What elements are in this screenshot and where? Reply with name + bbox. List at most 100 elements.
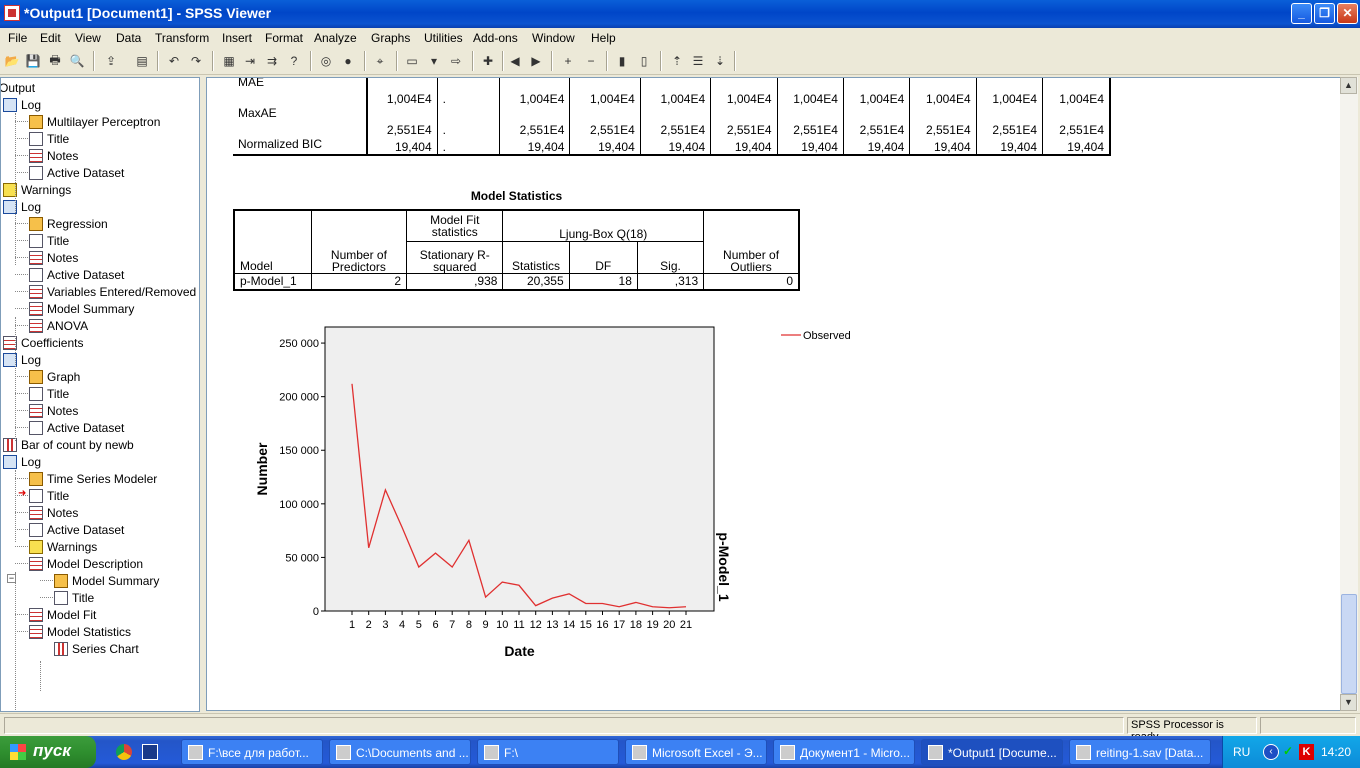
select-last-output-icon[interactable]: ▭ (404, 53, 420, 69)
taskbar-task-4[interactable]: Документ1 - Micro... (773, 739, 915, 765)
menu-edit[interactable]: Edit (40, 31, 61, 45)
spss-app-icon[interactable] (4, 5, 20, 21)
print-preview-icon[interactable]: 🔍 (69, 53, 85, 69)
collapse-node-icon[interactable]: − (7, 574, 16, 583)
tree-item-title[interactable]: Title (29, 487, 69, 504)
menu-format[interactable]: Format (265, 31, 303, 45)
tree-item-warnings[interactable]: Warnings (3, 181, 71, 198)
insert-new-title-icon[interactable]: ☰ (690, 53, 706, 69)
tree-item-log[interactable]: Log (3, 453, 41, 470)
tree-item-time-series-modeler[interactable]: Time Series Modeler (29, 470, 157, 487)
tree-item-multilayer-perceptron[interactable]: Multilayer Perceptron (29, 113, 160, 130)
menu-window[interactable]: Window (532, 31, 575, 45)
designate-window-icon[interactable]: ⌖ (372, 53, 388, 69)
promote-icon[interactable]: ◀ (507, 53, 523, 69)
tree-item-notes[interactable]: Notes (29, 147, 78, 164)
show-all-variables-icon[interactable]: ● (340, 53, 356, 69)
goto-case-icon[interactable]: ⇥ (242, 53, 258, 69)
tree-root-output[interactable]: Output (1, 79, 35, 96)
tree-item-series-chart[interactable]: Series Chart (54, 640, 139, 657)
taskbar-task-1[interactable]: C:\Documents and ... (329, 739, 471, 765)
use-sets-icon[interactable]: ◎ (318, 53, 334, 69)
menu-transform[interactable]: Transform (155, 31, 209, 45)
taskbar-task-6[interactable]: reiting-1.sav [Data... (1069, 739, 1211, 765)
insert-text-icon[interactable]: ✚ (480, 53, 496, 69)
show-icon[interactable]: ▮ (614, 53, 630, 69)
spss-quicklaunch-icon[interactable] (142, 744, 158, 760)
close-button[interactable]: ✕ (1337, 3, 1358, 24)
collapse-icon[interactable]: − (583, 53, 599, 69)
tree-item-active-dataset[interactable]: Active Dataset (29, 164, 124, 181)
undo-icon[interactable]: ↶ (166, 53, 182, 69)
chrome-quicklaunch-icon[interactable] (116, 744, 132, 760)
dialog-recall-icon[interactable]: ▤ (134, 53, 150, 69)
taskbar-task-5[interactable]: *Output1 [Docume... (921, 739, 1063, 765)
menu-add-ons[interactable]: Add-ons (473, 31, 518, 45)
insert-new-text-icon[interactable]: ⇣ (712, 53, 728, 69)
menu-insert[interactable]: Insert (222, 31, 252, 45)
tree-item-title[interactable]: Title (29, 130, 69, 147)
tree-item-bar-of-count-by-newb[interactable]: Bar of count by newb (3, 436, 134, 453)
tree-item-model-summary[interactable]: Model Summary (54, 572, 159, 589)
goto-variable-icon[interactable]: ⇉ (264, 53, 280, 69)
tree-item-model-statistics[interactable]: Model Statistics (29, 623, 131, 640)
tree-item-active-dataset[interactable]: Active Dataset (29, 266, 124, 283)
demote-icon[interactable]: ▶ (528, 53, 544, 69)
print-icon[interactable]: 🖶 (47, 53, 63, 69)
tree-item-regression[interactable]: Regression (29, 215, 108, 232)
variables-icon[interactable]: ? (286, 53, 302, 69)
tree-item-warnings[interactable]: Warnings (29, 538, 97, 555)
language-indicator[interactable]: RU (1233, 745, 1250, 759)
tree-item-title[interactable]: Title (29, 232, 69, 249)
taskbar-task-3[interactable]: Microsoft Excel - Э... (625, 739, 767, 765)
tree-item-title[interactable]: Title (29, 385, 69, 402)
tree-item-model-summary[interactable]: Model Summary (29, 300, 134, 317)
kaspersky-icon[interactable]: K (1299, 744, 1314, 760)
scroll-up-button[interactable]: ▲ (1340, 77, 1357, 94)
insert-heading-icon[interactable]: ▾ (426, 53, 442, 69)
maximize-button[interactable]: ❐ (1314, 3, 1335, 24)
tree-item-graph[interactable]: Graph (29, 368, 80, 385)
save-icon[interactable]: 💾 (25, 53, 41, 69)
export-icon[interactable]: ⇪ (103, 53, 119, 69)
tree-item-model-description[interactable]: Model Description (29, 555, 143, 572)
tree-item-active-dataset[interactable]: Active Dataset (29, 419, 124, 436)
tree-item-anova[interactable]: ANOVA (29, 317, 88, 334)
tree-item-log[interactable]: Log (3, 198, 41, 215)
tree-item-label: Log (21, 97, 42, 112)
output-vscroll-thumb[interactable] (1341, 594, 1357, 694)
start-button[interactable]: пуск (0, 736, 96, 768)
goto-data-icon[interactable]: ▦ (221, 53, 237, 69)
tree-item-label: Multilayer Perceptron (47, 114, 161, 129)
menu-help[interactable]: Help (591, 31, 616, 45)
tree-item-log[interactable]: Log (3, 351, 41, 368)
menu-utilities[interactable]: Utilities (424, 31, 463, 45)
menu-data[interactable]: Data (116, 31, 141, 45)
tree-item-model-fit[interactable]: Model Fit (29, 606, 96, 623)
tray-expand-icon[interactable]: ‹ (1263, 744, 1279, 760)
menu-view[interactable]: View (75, 31, 101, 45)
scroll-down-button[interactable]: ▼ (1340, 694, 1357, 711)
tree-item-active-dataset[interactable]: Active Dataset (29, 521, 124, 538)
tree-item-notes[interactable]: Notes (29, 402, 78, 419)
menu-graphs[interactable]: Graphs (371, 31, 410, 45)
insert-new-heading-icon[interactable]: ⇡ (669, 53, 685, 69)
tree-item-title[interactable]: Title (54, 589, 94, 606)
tree-item-notes[interactable]: Notes (29, 249, 78, 266)
taskbar-task-2[interactable]: F:\ (477, 739, 619, 765)
menu-file[interactable]: File (8, 31, 27, 45)
open-icon[interactable]: 📂 (4, 53, 20, 69)
taskbar-task-0[interactable]: F:\все для работ... (181, 739, 323, 765)
redo-icon[interactable]: ↷ (188, 53, 204, 69)
output-vscrollbar[interactable]: ▲ ▼ (1340, 77, 1358, 711)
minimize-button[interactable]: _ (1291, 3, 1312, 24)
hide-icon[interactable]: ▯ (636, 53, 652, 69)
tree-item-variables-entered-removed[interactable]: Variables Entered/Removed (29, 283, 196, 300)
tree-item-log[interactable]: Log (3, 96, 41, 113)
expand-icon[interactable]: + (560, 53, 576, 69)
series-chart[interactable]: 050 000100 000150 000200 000250 0001 2 3 4 5… (207, 78, 1341, 711)
tray-network-icon[interactable]: ✓ (1283, 744, 1297, 760)
tree-item-notes[interactable]: Notes (29, 504, 78, 521)
insert-title-icon[interactable]: ⇨ (448, 53, 464, 69)
menu-analyze[interactable]: Analyze (314, 31, 357, 45)
